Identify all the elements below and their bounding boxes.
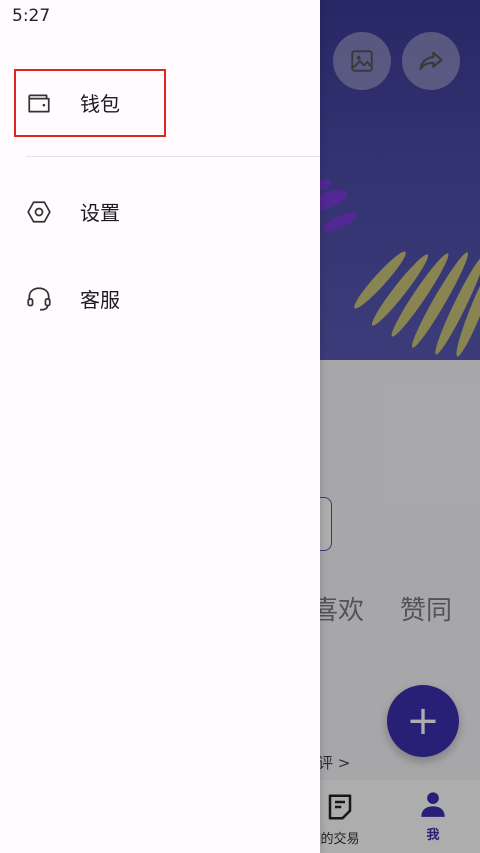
drawer-divider: [26, 156, 320, 157]
status-time: 5:27: [12, 6, 51, 26]
drawer-item-settings[interactable]: 设置: [26, 197, 120, 226]
headset-icon: [27, 286, 51, 311]
drawer-item-wallet[interactable]: 钱包: [26, 88, 120, 117]
drawer-item-wallet-label: 钱包: [80, 92, 120, 116]
wallet-icon: [28, 94, 50, 113]
drawer-item-service[interactable]: 客服: [26, 284, 120, 313]
drawer-item-service-label: 客服: [80, 288, 120, 312]
drawer-item-settings-label: 设置: [80, 201, 120, 225]
settings-hex-icon: [27, 200, 51, 223]
navigation-drawer: 5:27 钱包 设置 客服: [0, 0, 320, 853]
